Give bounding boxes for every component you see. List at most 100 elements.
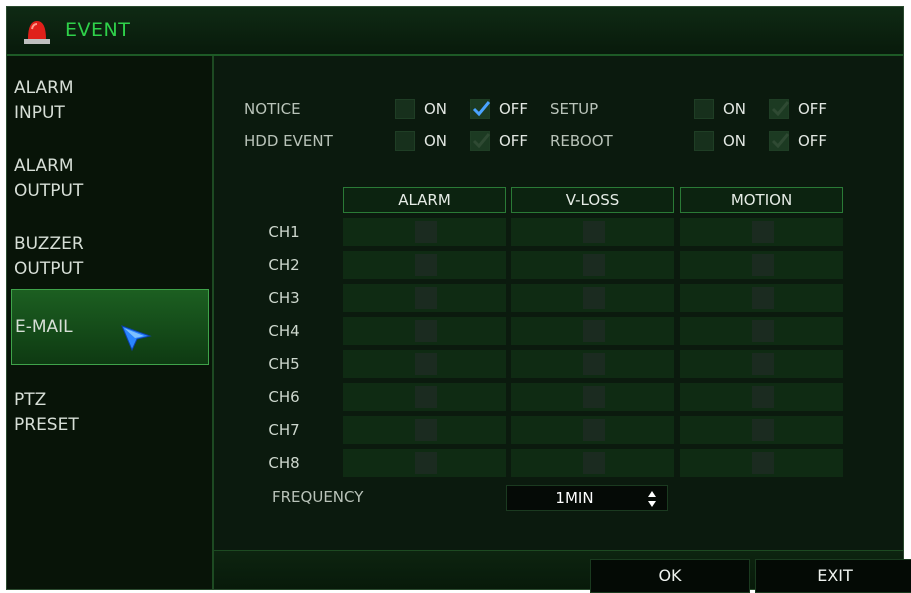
column-header-alarm: ALARM bbox=[343, 187, 506, 213]
channel-label: CH1 bbox=[268, 223, 300, 241]
table-cell bbox=[343, 284, 506, 312]
alarm-siren-icon bbox=[24, 21, 50, 44]
v-loss-checkbox[interactable] bbox=[583, 320, 605, 342]
table-cell bbox=[511, 449, 674, 477]
notice-on-label: ON bbox=[424, 100, 448, 118]
sidebar-item-alarm-output[interactable]: ALARM OUTPUT bbox=[11, 144, 209, 218]
notice-label: NOTICE bbox=[244, 100, 301, 118]
alarm-checkbox[interactable] bbox=[415, 419, 437, 441]
sidebar: ALARM INPUT ALARM OUTPUT BUZZER OUTPUT E… bbox=[7, 56, 214, 589]
reboot-off-checkbox[interactable] bbox=[769, 131, 789, 151]
alarm-checkbox[interactable] bbox=[415, 353, 437, 375]
alarm-checkbox[interactable] bbox=[415, 254, 437, 276]
table-cell bbox=[680, 350, 843, 378]
setup-label: SETUP bbox=[550, 100, 599, 118]
checkmark-icon bbox=[472, 101, 490, 117]
table-cell bbox=[680, 383, 843, 411]
sidebar-item-label: ALARM bbox=[14, 156, 74, 176]
table-cell bbox=[680, 284, 843, 312]
table-cell bbox=[511, 251, 674, 279]
alarm-checkbox[interactable] bbox=[415, 287, 437, 309]
sidebar-item-alarm-input[interactable]: ALARM INPUT bbox=[11, 66, 209, 140]
table-cell bbox=[680, 416, 843, 444]
setup-off-checkbox[interactable] bbox=[769, 99, 789, 119]
table-cell bbox=[680, 251, 843, 279]
alarm-checkbox[interactable] bbox=[415, 452, 437, 474]
hdd-event-label: HDD EVENT bbox=[244, 132, 333, 150]
channel-label: CH4 bbox=[268, 322, 300, 340]
v-loss-checkbox[interactable] bbox=[583, 419, 605, 441]
table-cell bbox=[680, 317, 843, 345]
footer-bar: OK EXIT bbox=[214, 550, 911, 593]
reboot-off-label: OFF bbox=[798, 132, 828, 150]
channel-label: CH2 bbox=[268, 256, 300, 274]
channel-label: CH3 bbox=[268, 289, 300, 307]
table-cell bbox=[680, 218, 843, 246]
v-loss-checkbox[interactable] bbox=[583, 254, 605, 276]
table-cell bbox=[343, 416, 506, 444]
hdd-event-on-label: ON bbox=[424, 132, 448, 150]
notice-off-checkbox[interactable] bbox=[470, 99, 490, 119]
v-loss-checkbox[interactable] bbox=[583, 353, 605, 375]
notice-on-checkbox[interactable] bbox=[395, 99, 415, 119]
setup-on-label: ON bbox=[723, 100, 747, 118]
ok-button[interactable]: OK bbox=[590, 559, 750, 593]
reboot-on-checkbox[interactable] bbox=[694, 131, 714, 151]
checkmark-icon bbox=[771, 101, 789, 117]
reboot-label: REBOOT bbox=[550, 132, 613, 150]
table-cell bbox=[511, 383, 674, 411]
checkmark-icon bbox=[771, 133, 789, 149]
event-window: EVENT ALARM INPUT ALARM OUTPUT BUZZER OU… bbox=[6, 6, 911, 593]
sidebar-item-ptz-preset[interactable]: PTZ PRESET bbox=[11, 378, 209, 452]
v-loss-checkbox[interactable] bbox=[583, 287, 605, 309]
title-bar: EVENT bbox=[7, 7, 903, 56]
v-loss-checkbox[interactable] bbox=[583, 221, 605, 243]
motion-checkbox[interactable] bbox=[752, 287, 774, 309]
motion-checkbox[interactable] bbox=[752, 353, 774, 375]
table-cell bbox=[511, 350, 674, 378]
v-loss-checkbox[interactable] bbox=[583, 386, 605, 408]
sidebar-item-label: E-MAIL bbox=[15, 317, 73, 337]
hdd-event-on-checkbox[interactable] bbox=[395, 131, 415, 151]
channel-label: CH6 bbox=[268, 388, 300, 406]
hdd-event-off-checkbox[interactable] bbox=[470, 131, 490, 151]
alarm-checkbox[interactable] bbox=[415, 320, 437, 342]
table-cell bbox=[343, 383, 506, 411]
checkmark-icon bbox=[472, 133, 490, 149]
window-title: EVENT bbox=[65, 19, 131, 41]
motion-checkbox[interactable] bbox=[752, 386, 774, 408]
motion-checkbox[interactable] bbox=[752, 452, 774, 474]
sidebar-item-label: INPUT bbox=[14, 103, 65, 123]
table-cell bbox=[343, 449, 506, 477]
v-loss-checkbox[interactable] bbox=[583, 452, 605, 474]
mouse-cursor-icon bbox=[121, 325, 152, 352]
exit-button[interactable]: EXIT bbox=[755, 559, 911, 593]
motion-checkbox[interactable] bbox=[752, 254, 774, 276]
table-cell bbox=[343, 218, 506, 246]
alarm-checkbox[interactable] bbox=[415, 221, 437, 243]
notice-off-label: OFF bbox=[499, 100, 529, 118]
sidebar-item-label: PRESET bbox=[14, 415, 79, 435]
sidebar-item-email[interactable]: E-MAIL bbox=[11, 289, 209, 365]
sidebar-item-label: BUZZER bbox=[14, 234, 84, 254]
motion-checkbox[interactable] bbox=[752, 320, 774, 342]
column-header-motion: MOTION bbox=[680, 187, 843, 213]
sidebar-item-buzzer-output[interactable]: BUZZER OUTPUT bbox=[11, 222, 209, 296]
up-down-arrow-icon[interactable] bbox=[647, 490, 657, 508]
motion-checkbox[interactable] bbox=[752, 419, 774, 441]
frequency-select[interactable]: 1MIN bbox=[506, 485, 668, 511]
channel-label: CH7 bbox=[268, 421, 300, 439]
table-cell bbox=[511, 317, 674, 345]
alarm-checkbox[interactable] bbox=[415, 386, 437, 408]
sidebar-item-label: PTZ bbox=[14, 390, 47, 410]
table-cell bbox=[680, 449, 843, 477]
table-cell bbox=[343, 317, 506, 345]
motion-checkbox[interactable] bbox=[752, 221, 774, 243]
setup-on-checkbox[interactable] bbox=[694, 99, 714, 119]
frequency-value: 1MIN bbox=[555, 489, 594, 507]
table-cell bbox=[511, 416, 674, 444]
setup-off-label: OFF bbox=[798, 100, 828, 118]
hdd-event-off-label: OFF bbox=[499, 132, 529, 150]
channel-label: CH8 bbox=[268, 454, 300, 472]
reboot-on-label: ON bbox=[723, 132, 747, 150]
